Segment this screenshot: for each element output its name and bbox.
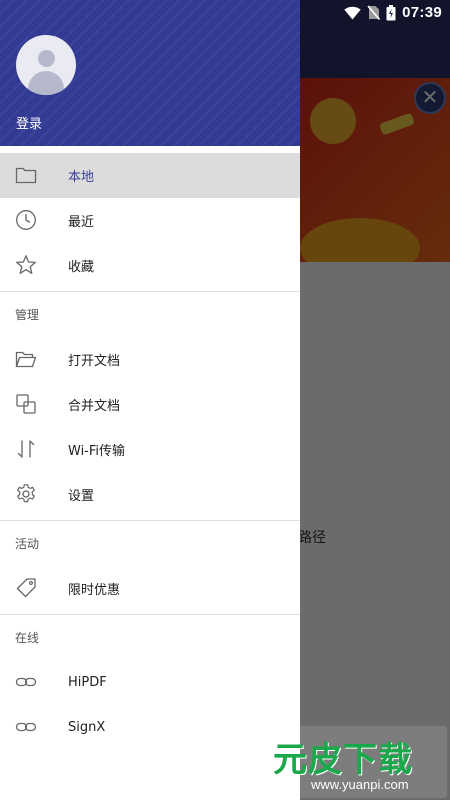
section-header-online: 在线 [15, 631, 40, 645]
navigation-drawer: 登录 本地 最近 收藏 管理 打开文档 合并文档 Wi-Fi传输 设置 活动 限… [0, 0, 300, 800]
menu-item-wifi-transfer[interactable]: Wi-Fi传输 [0, 427, 300, 472]
status-time: 07:39 [402, 4, 442, 21]
folder-open-icon [15, 348, 37, 370]
menu-item-merge-documents[interactable]: 合并文档 [0, 382, 300, 427]
menu-item-label: HiPDF [68, 675, 107, 690]
menu-item-label: 合并文档 [68, 399, 121, 414]
menu-item-label: 本地 [68, 170, 95, 185]
menu-item-settings[interactable]: 设置 [0, 472, 300, 517]
link-icon [15, 716, 37, 738]
menu-item-open-document[interactable]: 打开文档 [0, 337, 300, 382]
menu-item-recent[interactable]: 最近 [0, 198, 300, 243]
watermark-url: www.yuanpi.com [311, 777, 409, 792]
tag-icon [15, 577, 37, 599]
menu-item-hipdf[interactable]: HiPDF [0, 660, 300, 705]
login-link[interactable]: 登录 [16, 113, 42, 132]
avatar-body [28, 71, 64, 95]
menu-item-label: 限时优惠 [68, 583, 121, 598]
no-sim-icon [367, 5, 381, 20]
watermark: 元皮下载 www.yuanpi.com [267, 726, 447, 798]
transfer-icon [15, 438, 37, 460]
avatar[interactable] [16, 35, 76, 95]
link-icon [15, 671, 37, 693]
menu-item-signx[interactable]: SignX [0, 705, 300, 750]
gear-icon [15, 483, 37, 505]
menu-item-label: 收藏 [68, 260, 95, 275]
merge-icon [15, 393, 37, 415]
section-header-activity: 活动 [15, 537, 40, 551]
menu-item-favorites[interactable]: 收藏 [0, 243, 300, 288]
star-icon [15, 254, 37, 276]
wifi-icon [344, 6, 361, 20]
menu-item-label: 最近 [68, 215, 95, 230]
menu-item-label: SignX [68, 720, 106, 735]
menu-item-label: 打开文档 [68, 354, 121, 369]
clock-icon [15, 209, 37, 231]
menu-item-local[interactable]: 本地 [0, 153, 300, 198]
avatar-head [38, 50, 55, 67]
screen: ✕ 路径 07:39 登录 [0, 0, 450, 800]
menu-item-limited-offer[interactable]: 限时优惠 [0, 566, 300, 611]
watermark-logo: 元皮下载 [273, 740, 413, 780]
status-bar: 07:39 [0, 0, 450, 25]
folder-icon [15, 164, 37, 186]
battery-icon [386, 4, 396, 21]
section-header-manage: 管理 [15, 308, 40, 322]
drawer-menu: 本地 最近 收藏 管理 打开文档 合并文档 Wi-Fi传输 设置 活动 限时优惠… [0, 146, 300, 750]
menu-item-label: Wi-Fi传输 [68, 444, 126, 459]
menu-item-label: 设置 [68, 489, 95, 504]
